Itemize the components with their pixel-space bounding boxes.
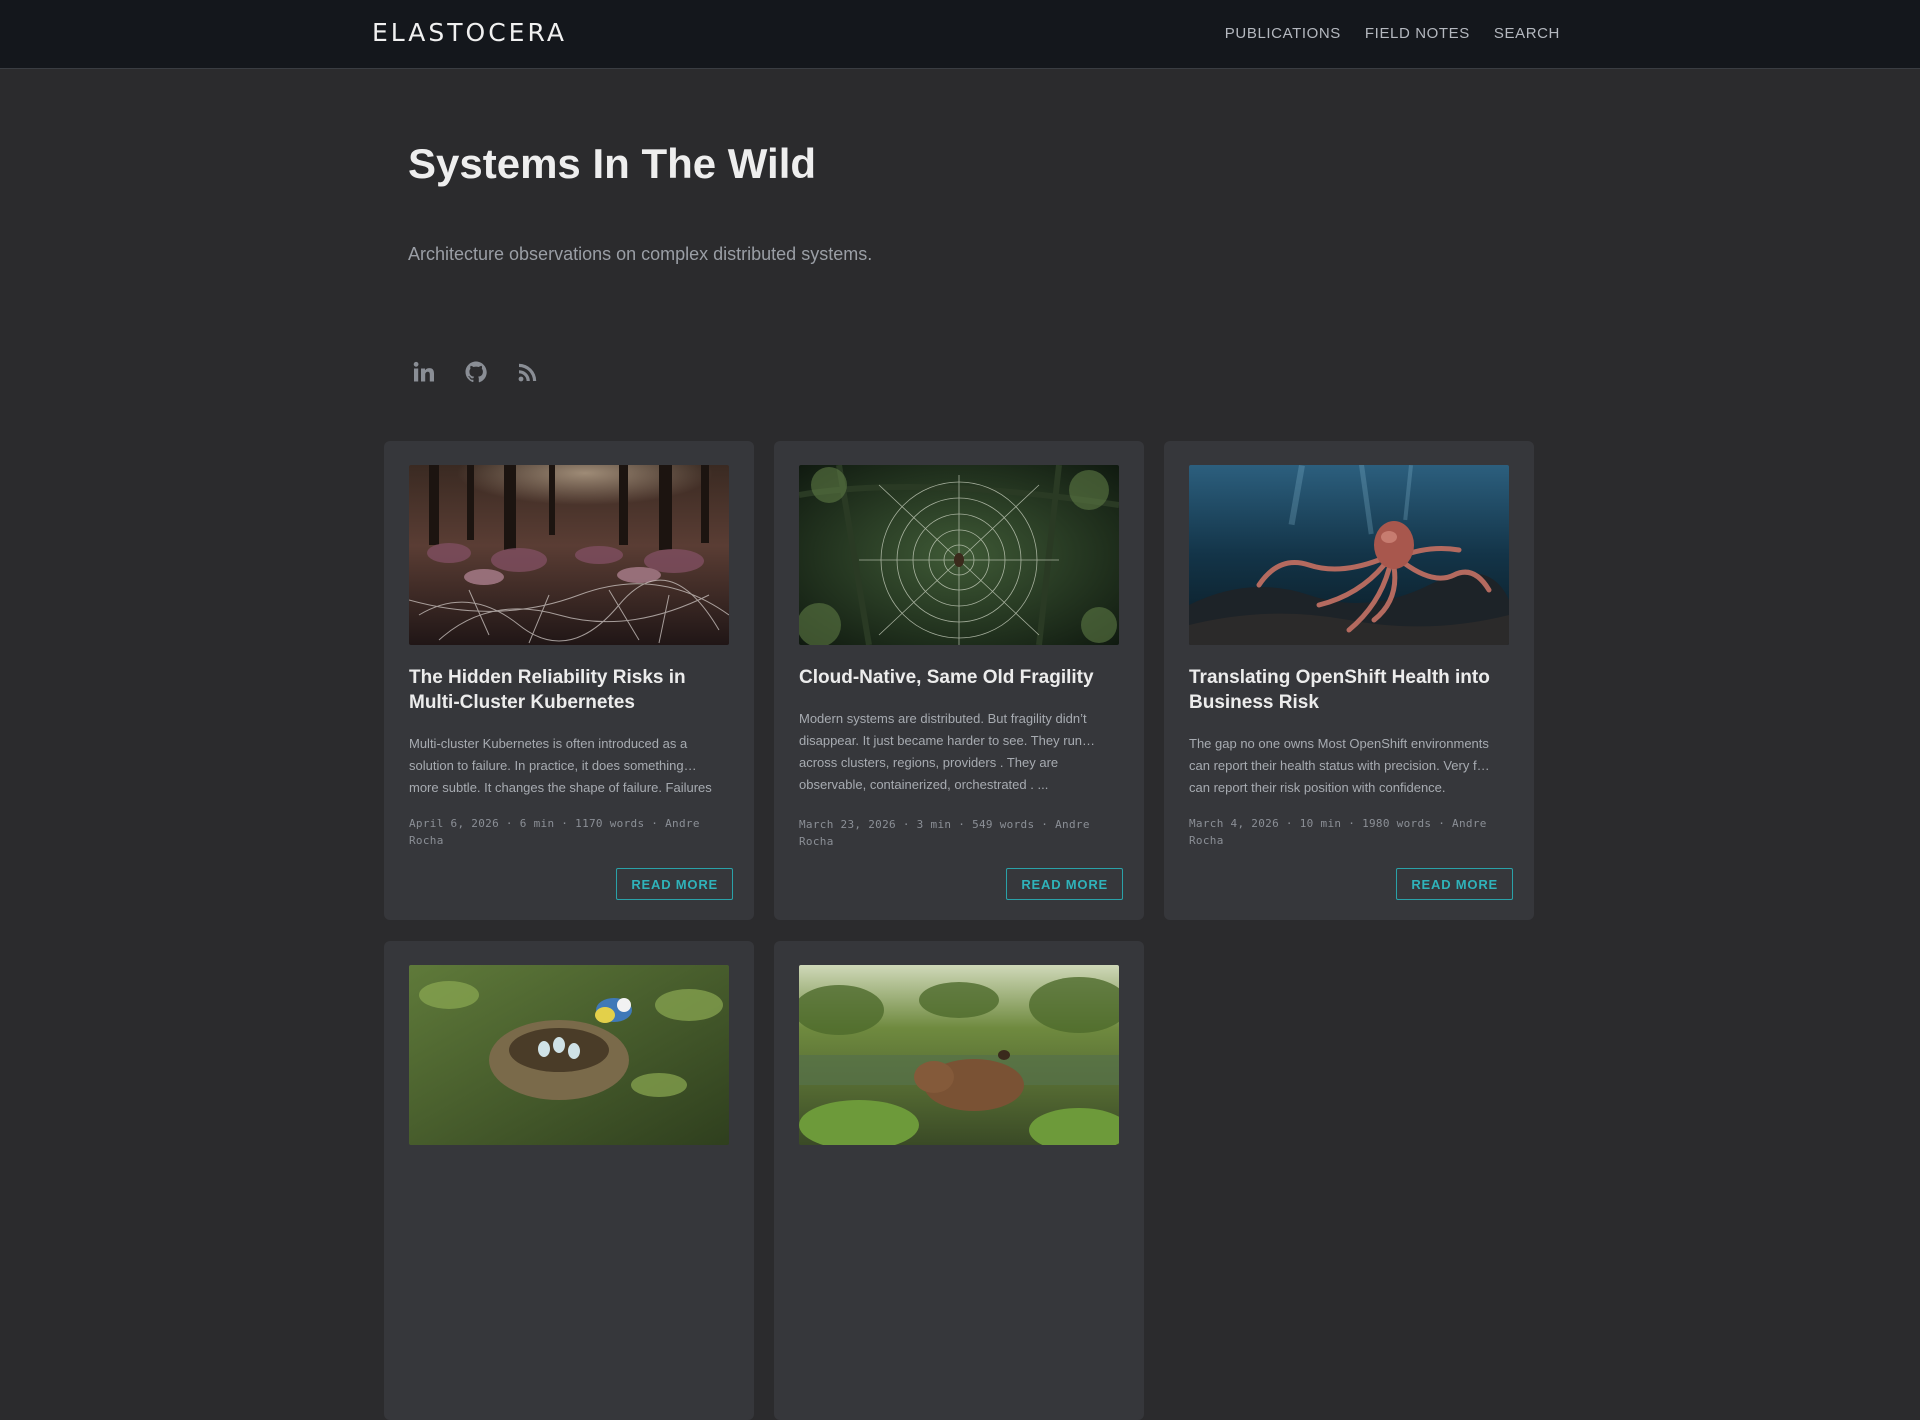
post-title[interactable]: Cloud-Native, Same Old Fragility [799,665,1119,690]
post-card [384,941,754,1420]
post-thumbnail[interactable] [799,965,1119,1145]
post-thumbnail[interactable] [799,465,1119,645]
spider-web-image [799,465,1119,645]
github-icon [465,361,487,383]
page-subtitle: Architecture observations on complex dis… [408,244,873,264]
read-more-button[interactable]: READ MORE [1006,868,1123,900]
forest-mycelium-image [409,465,729,645]
social-links [412,360,540,384]
top-navigation-bar: ELASTOCERA PUBLICATIONS FIELD NOTES SEAR… [0,0,1920,69]
octopus-reef-image [1189,465,1509,645]
post-thumbnail[interactable] [1189,465,1509,645]
post-excerpt: The gap no one owns Most OpenShift envir… [1189,736,1490,795]
main-nav: PUBLICATIONS FIELD NOTES SEARCH [1225,25,1560,42]
post-title[interactable]: The Hidden Reliability Risks in Multi-Cl… [409,665,729,715]
post-excerpt: Modern systems are distributed. But frag… [799,711,1096,792]
post-card [774,941,1144,1420]
brand-logo-link[interactable]: ELASTOCERA [372,18,567,47]
nav-search[interactable]: SEARCH [1494,25,1560,42]
post-meta: March 23, 2026 · 3 min · 549 words · And… [799,818,1090,848]
read-more-button[interactable]: READ MORE [616,868,733,900]
bird-nest-image [409,965,729,1145]
post-thumbnail[interactable] [409,465,729,645]
rss-icon [518,363,537,382]
linkedin-icon [413,361,434,382]
nav-field-notes[interactable]: FIELD NOTES [1365,25,1470,42]
github-link[interactable] [464,360,488,384]
read-more-button[interactable]: READ MORE [1396,868,1513,900]
post-card: The Hidden Reliability Risks in Multi-Cl… [384,441,754,920]
post-title[interactable]: Translating OpenShift Health into Busine… [1189,665,1509,715]
capybara-river-image [799,965,1119,1145]
nav-publications[interactable]: PUBLICATIONS [1225,25,1341,42]
page-title: Systems In The Wild [408,140,817,187]
post-card: Translating OpenShift Health into Busine… [1164,441,1534,920]
post-meta: April 6, 2026 · 6 min · 1170 words · And… [409,817,700,847]
post-excerpt: Multi-cluster Kubernetes is often introd… [409,736,712,795]
linkedin-link[interactable] [412,360,436,384]
rss-link[interactable] [516,360,540,384]
post-meta: March 4, 2026 · 10 min · 1980 words · An… [1189,817,1487,847]
post-card: Cloud-Native, Same Old Fragility Modern … [774,441,1144,920]
post-thumbnail[interactable] [409,965,729,1145]
